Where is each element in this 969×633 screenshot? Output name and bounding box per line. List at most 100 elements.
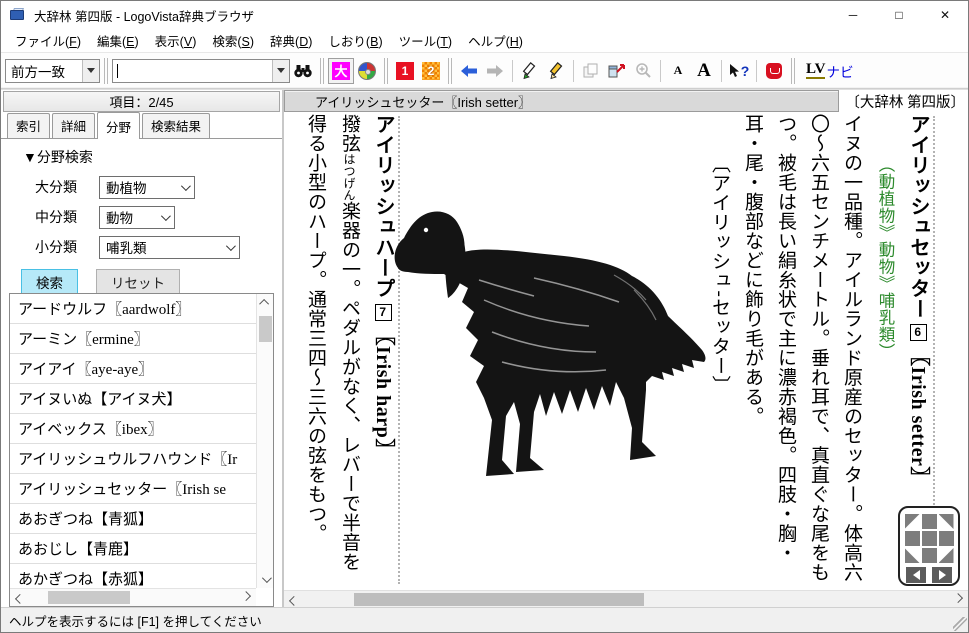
list-item[interactable]: あおじし【青鹿】 — [10, 534, 256, 564]
list-item[interactable]: アイヌいぬ【アイヌ犬】 — [10, 384, 256, 414]
zoom-button[interactable] — [630, 58, 656, 84]
menu-item[interactable]: 表示(V) — [147, 28, 205, 53]
app-book-icon — [10, 7, 26, 23]
menu-item[interactable]: 検索(S) — [204, 28, 262, 53]
menu-item[interactable]: 辞典(D) — [262, 28, 320, 53]
search-dropdown-icon[interactable] — [272, 60, 289, 82]
scroll-center-icon[interactable] — [922, 531, 937, 546]
list-vertical-scrollbar[interactable] — [256, 294, 273, 588]
list-horizontal-scrollbar[interactable] — [10, 588, 256, 606]
scroll-pad — [905, 514, 953, 563]
list-item-label: アイリッシュウルフハウンド〖Ir — [18, 448, 237, 469]
chevron-down-icon — [161, 211, 171, 221]
scroll-right-icon[interactable] — [239, 589, 256, 606]
forward-arrow-icon — [486, 64, 504, 78]
menu-item[interactable]: ヘルプ(H) — [460, 28, 531, 53]
dictionary-button[interactable]: 大 — [328, 58, 354, 84]
tab-search-results[interactable]: 検索結果 — [142, 113, 210, 138]
copy-button[interactable] — [578, 58, 604, 84]
group1-icon: 1 — [396, 62, 414, 80]
tab-strip: 索引 詳細 分野 検索結果 — [1, 112, 282, 138]
scroll-up-icon[interactable] — [257, 294, 274, 311]
menu-item[interactable]: ファイル(F) — [7, 28, 89, 53]
close-button[interactable]: ✕ — [922, 1, 968, 29]
minimize-button[interactable]: ─ — [830, 1, 876, 29]
list-item-label: あかぎつね【赤狐】 — [18, 568, 153, 588]
scroll-right-icon[interactable] — [951, 591, 968, 608]
lv-navi-button[interactable]: LV ナビ — [799, 58, 860, 84]
group1-button[interactable]: 1 — [392, 58, 418, 84]
chevron-down-icon — [181, 181, 191, 191]
maximize-button[interactable]: □ — [876, 1, 922, 29]
scrollbar-thumb[interactable] — [48, 591, 130, 604]
next-arrow-icon — [939, 570, 946, 580]
scroll-left-icon[interactable] — [284, 591, 301, 608]
font-larger-button[interactable]: A — [691, 58, 717, 84]
toolbar-grip — [791, 58, 792, 84]
group2-icon: 2 — [422, 62, 440, 80]
scroll-up-icon[interactable] — [922, 514, 937, 529]
list-item[interactable]: あかぎつね【赤狐】 — [10, 564, 256, 588]
marker-button[interactable] — [517, 58, 543, 84]
next-page-button[interactable] — [932, 567, 952, 583]
major-category-value: 動植物 — [106, 177, 147, 197]
scroll-down-left-icon[interactable] — [905, 548, 920, 563]
scrollbar-thumb[interactable] — [259, 316, 272, 342]
reset-button[interactable]: リセット — [96, 269, 180, 295]
scroll-left-icon[interactable] — [10, 589, 27, 606]
scroll-down-right-icon[interactable] — [939, 548, 954, 563]
scroll-up-right-icon[interactable] — [939, 514, 954, 529]
field-search-title[interactable]: ▼分野検索 — [23, 147, 282, 167]
middle-category-select[interactable]: 動物 — [99, 206, 175, 229]
list-item[interactable]: アイアイ〖aye-aye〗 — [10, 354, 256, 384]
title-bar: 大辞林 第四版 - LogoVista辞典ブラウザ ─ □ ✕ — [1, 1, 968, 29]
list-item-label: アイヌいぬ【アイヌ犬】 — [18, 388, 182, 409]
tab-detail[interactable]: 詳細 — [52, 113, 95, 138]
list-item[interactable]: アイリッシュウルフハウンド〖Ir — [10, 444, 256, 474]
chevron-down-icon — [226, 241, 236, 251]
minor-category-label: 小分類 — [35, 237, 99, 257]
send-to-button[interactable] — [604, 58, 630, 84]
scroll-right-icon[interactable] — [939, 531, 954, 546]
scroll-down-icon[interactable] — [922, 548, 937, 563]
match-mode-select[interactable]: 前方一致 — [5, 59, 100, 83]
minor-category-select[interactable]: 哺乳類 — [99, 236, 240, 259]
tab-index[interactable]: 索引 — [7, 113, 50, 138]
menu-item-label: 検索( — [212, 35, 241, 49]
scroll-left-icon[interactable] — [905, 531, 920, 546]
list-item-label: アーミン〖ermine〗 — [18, 328, 149, 349]
menu-item[interactable]: 編集(E) — [89, 28, 147, 53]
list-item[interactable]: アードウルフ〖aardwolf〗 — [10, 294, 256, 324]
group2-button[interactable]: 2 — [418, 58, 444, 84]
tab-field[interactable]: 分野 — [97, 112, 140, 139]
forward-button[interactable] — [482, 58, 508, 84]
menu-item[interactable]: しおり(B) — [320, 28, 390, 53]
major-category-select[interactable]: 動植物 — [99, 176, 195, 199]
previous-page-button[interactable] — [906, 567, 926, 583]
list-item[interactable]: アイリッシュセッター〖Irish se — [10, 474, 256, 504]
alert-button[interactable] — [761, 58, 787, 84]
menu-item-label: しおり( — [328, 35, 370, 49]
content-horizontal-scrollbar[interactable] — [284, 590, 968, 607]
scroll-down-icon[interactable] — [257, 571, 274, 588]
list-item[interactable]: あおぎつね【青狐】 — [10, 504, 256, 534]
dictionary-disc-button[interactable] — [354, 58, 380, 84]
resize-grip-icon[interactable] — [953, 617, 967, 631]
list-item[interactable]: アイベックス〖ibex〗 — [10, 414, 256, 444]
pencil-button[interactable] — [543, 58, 569, 84]
search-execute-button[interactable]: 検索 — [21, 269, 78, 295]
match-mode-dropdown-icon[interactable] — [82, 60, 99, 82]
search-input[interactable] — [112, 59, 290, 83]
search-button[interactable] — [290, 58, 316, 84]
scroll-up-left-icon[interactable] — [905, 514, 920, 529]
toolbar-separator — [573, 60, 574, 82]
font-smaller-button[interactable]: A — [665, 58, 691, 84]
match-mode-value: 前方一致 — [6, 61, 82, 81]
menu-item[interactable]: ツール(T) — [391, 28, 460, 53]
status-text: ヘルプを表示するには [F1] を押してください — [9, 611, 262, 630]
back-button[interactable] — [456, 58, 482, 84]
toolbar-separator — [660, 60, 661, 82]
scrollbar-thumb[interactable] — [354, 593, 644, 606]
list-item[interactable]: アーミン〖ermine〗 — [10, 324, 256, 354]
context-help-button[interactable]: ? — [726, 58, 752, 84]
